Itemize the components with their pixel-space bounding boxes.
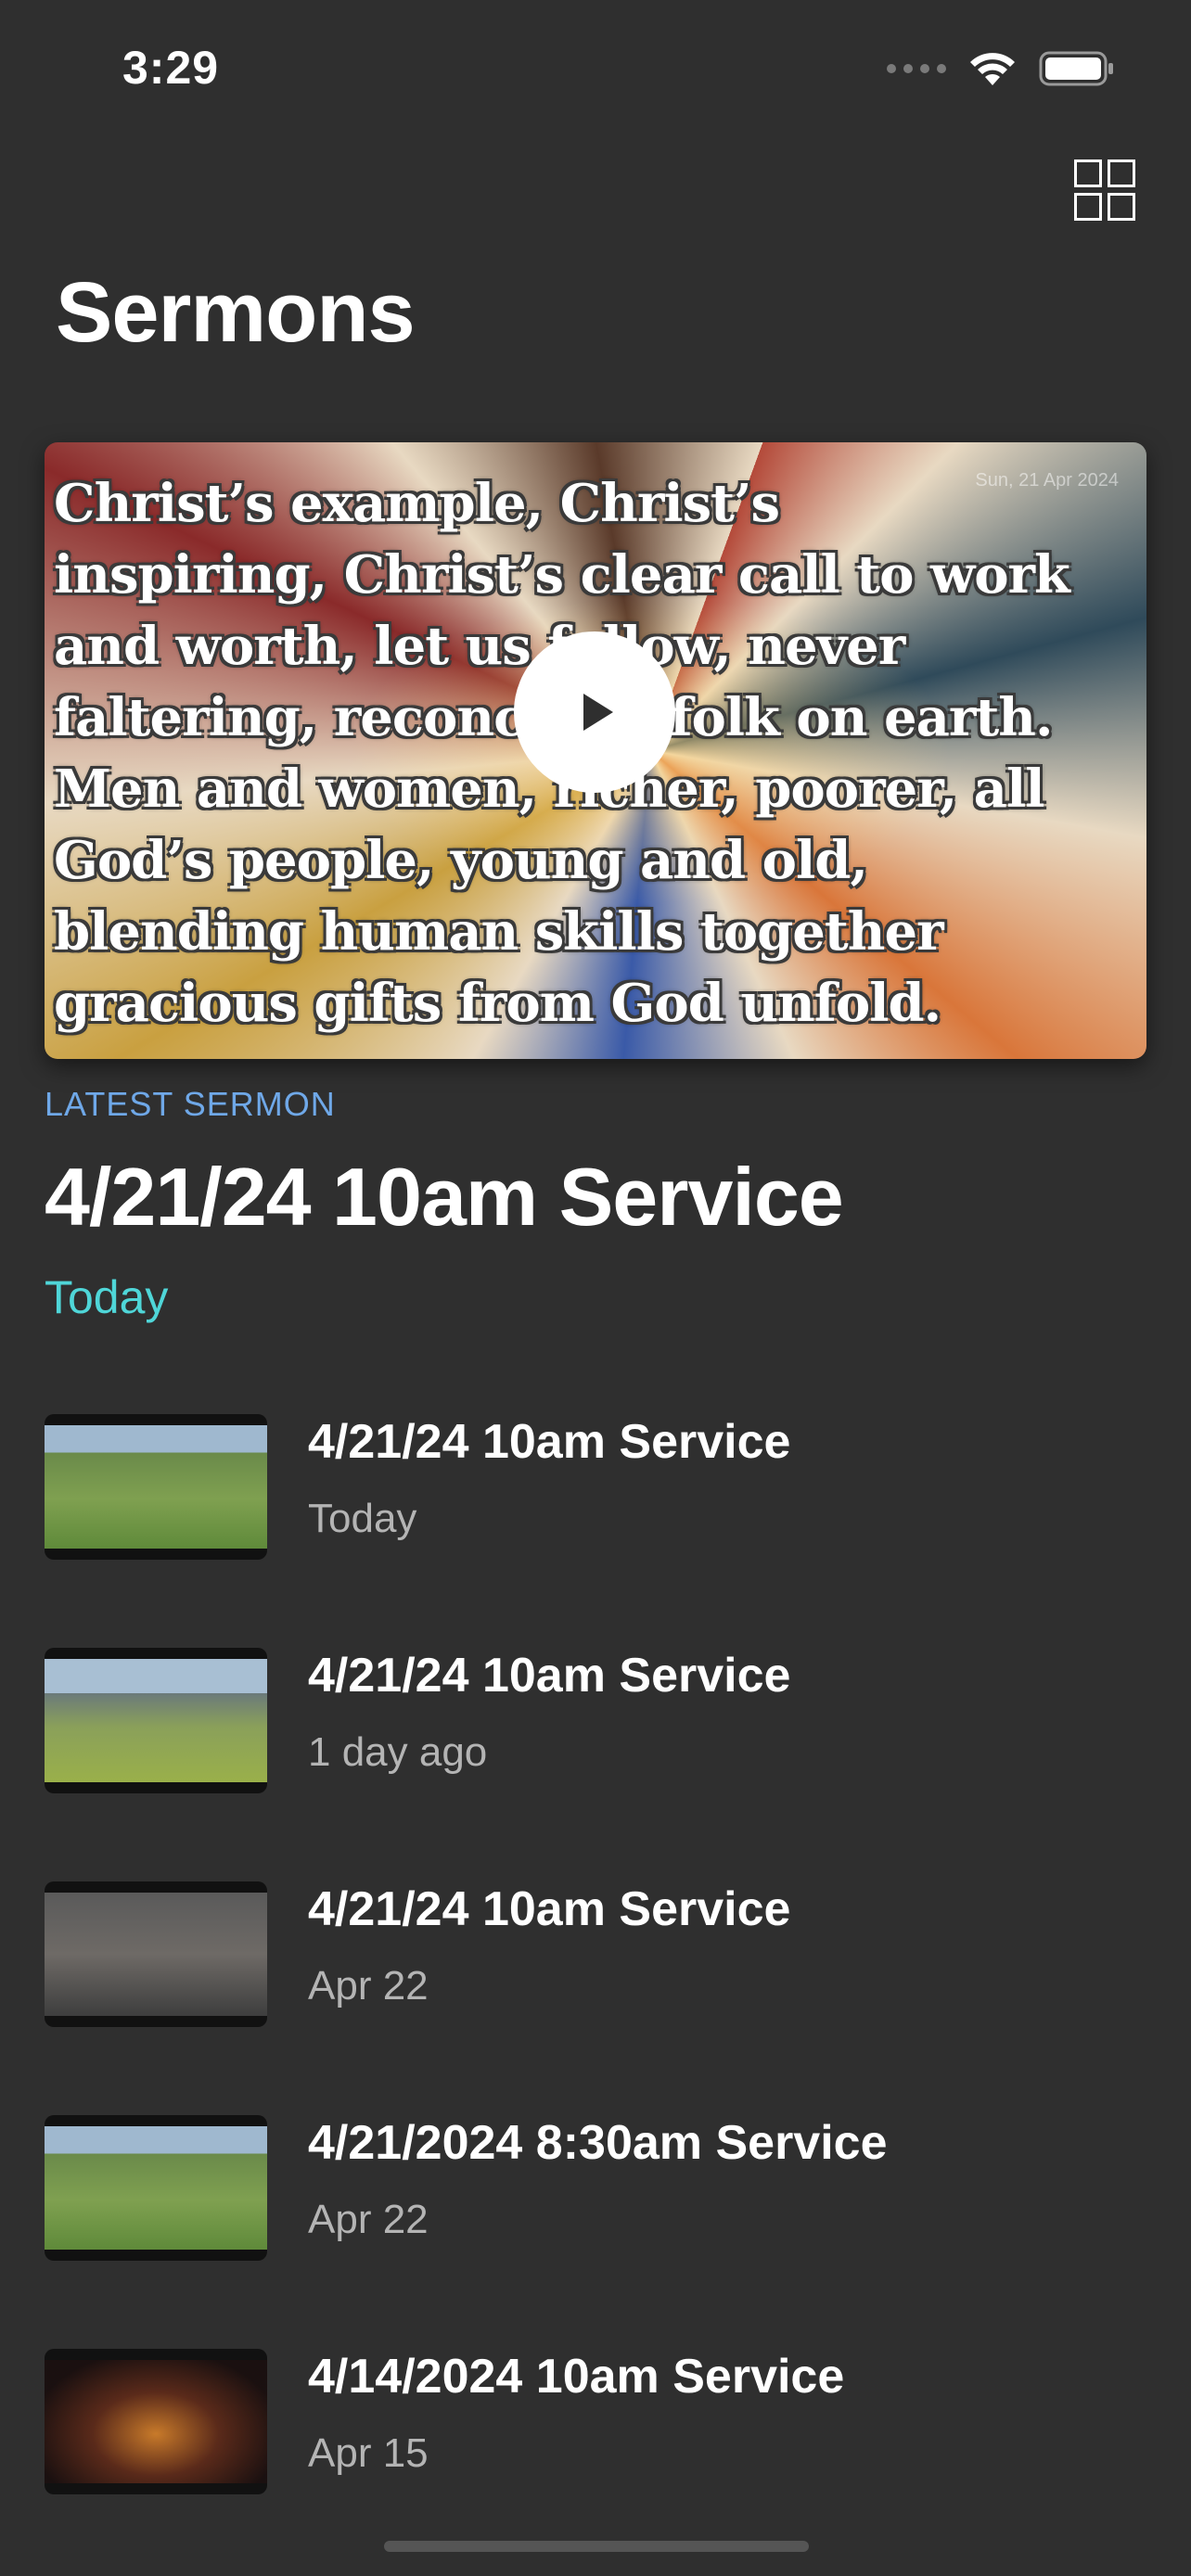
list-item[interactable]: 4/21/24 10am Service Apr 22 [0, 1881, 1191, 2030]
sermon-thumbnail [45, 2115, 267, 2261]
sermon-date: Today [308, 1496, 417, 1541]
list-item[interactable]: 4/21/24 10am Service Today [0, 1414, 1191, 1562]
sermon-thumbnail [45, 1648, 267, 1793]
page-title: Sermons [56, 265, 416, 360]
wifi-icon [970, 53, 1015, 85]
play-button[interactable] [514, 631, 675, 793]
home-indicator[interactable] [384, 2541, 809, 2552]
signal-icon [887, 64, 946, 73]
sermon-thumbnail [45, 2349, 267, 2494]
latest-sermon-label: LATEST SERMON [45, 1085, 336, 1123]
sermon-date: Apr 15 [308, 2430, 429, 2476]
status-icons [887, 46, 1115, 91]
sermon-thumbnail [45, 1414, 267, 1560]
sermon-date: Apr 22 [308, 1963, 429, 2009]
screen: 3:29 Sermons Sun, 21 Apr 2024 Christ’s e… [0, 0, 1191, 2576]
list-item[interactable]: 4/21/2024 8:30am Service Apr 22 [0, 2115, 1191, 2264]
sermon-title: 4/21/24 10am Service [308, 1649, 791, 1702]
sermon-title: 4/21/2024 8:30am Service [308, 2116, 888, 2170]
sermon-title: 4/14/2024 10am Service [308, 2350, 845, 2404]
latest-sermon-title[interactable]: 4/21/24 10am Service [45, 1150, 844, 1244]
sermon-date: Apr 22 [308, 2197, 429, 2242]
play-icon [583, 694, 613, 731]
latest-sermon-date: Today [45, 1271, 169, 1323]
status-time: 3:29 [122, 42, 220, 94]
featured-video[interactable]: Sun, 21 Apr 2024 Christ’s example, Chris… [45, 442, 1146, 1059]
sermon-title: 4/21/24 10am Service [308, 1882, 791, 1936]
list-item[interactable]: 4/14/2024 10am Service Apr 15 [0, 2349, 1191, 2497]
battery-icon [1039, 51, 1113, 86]
sermon-title: 4/21/24 10am Service [308, 1415, 791, 1469]
grid-icon[interactable] [1074, 159, 1135, 221]
sermon-thumbnail [45, 1881, 267, 2027]
sermon-date: 1 day ago [308, 1729, 488, 1775]
list-item[interactable]: 4/21/24 10am Service 1 day ago [0, 1648, 1191, 1796]
